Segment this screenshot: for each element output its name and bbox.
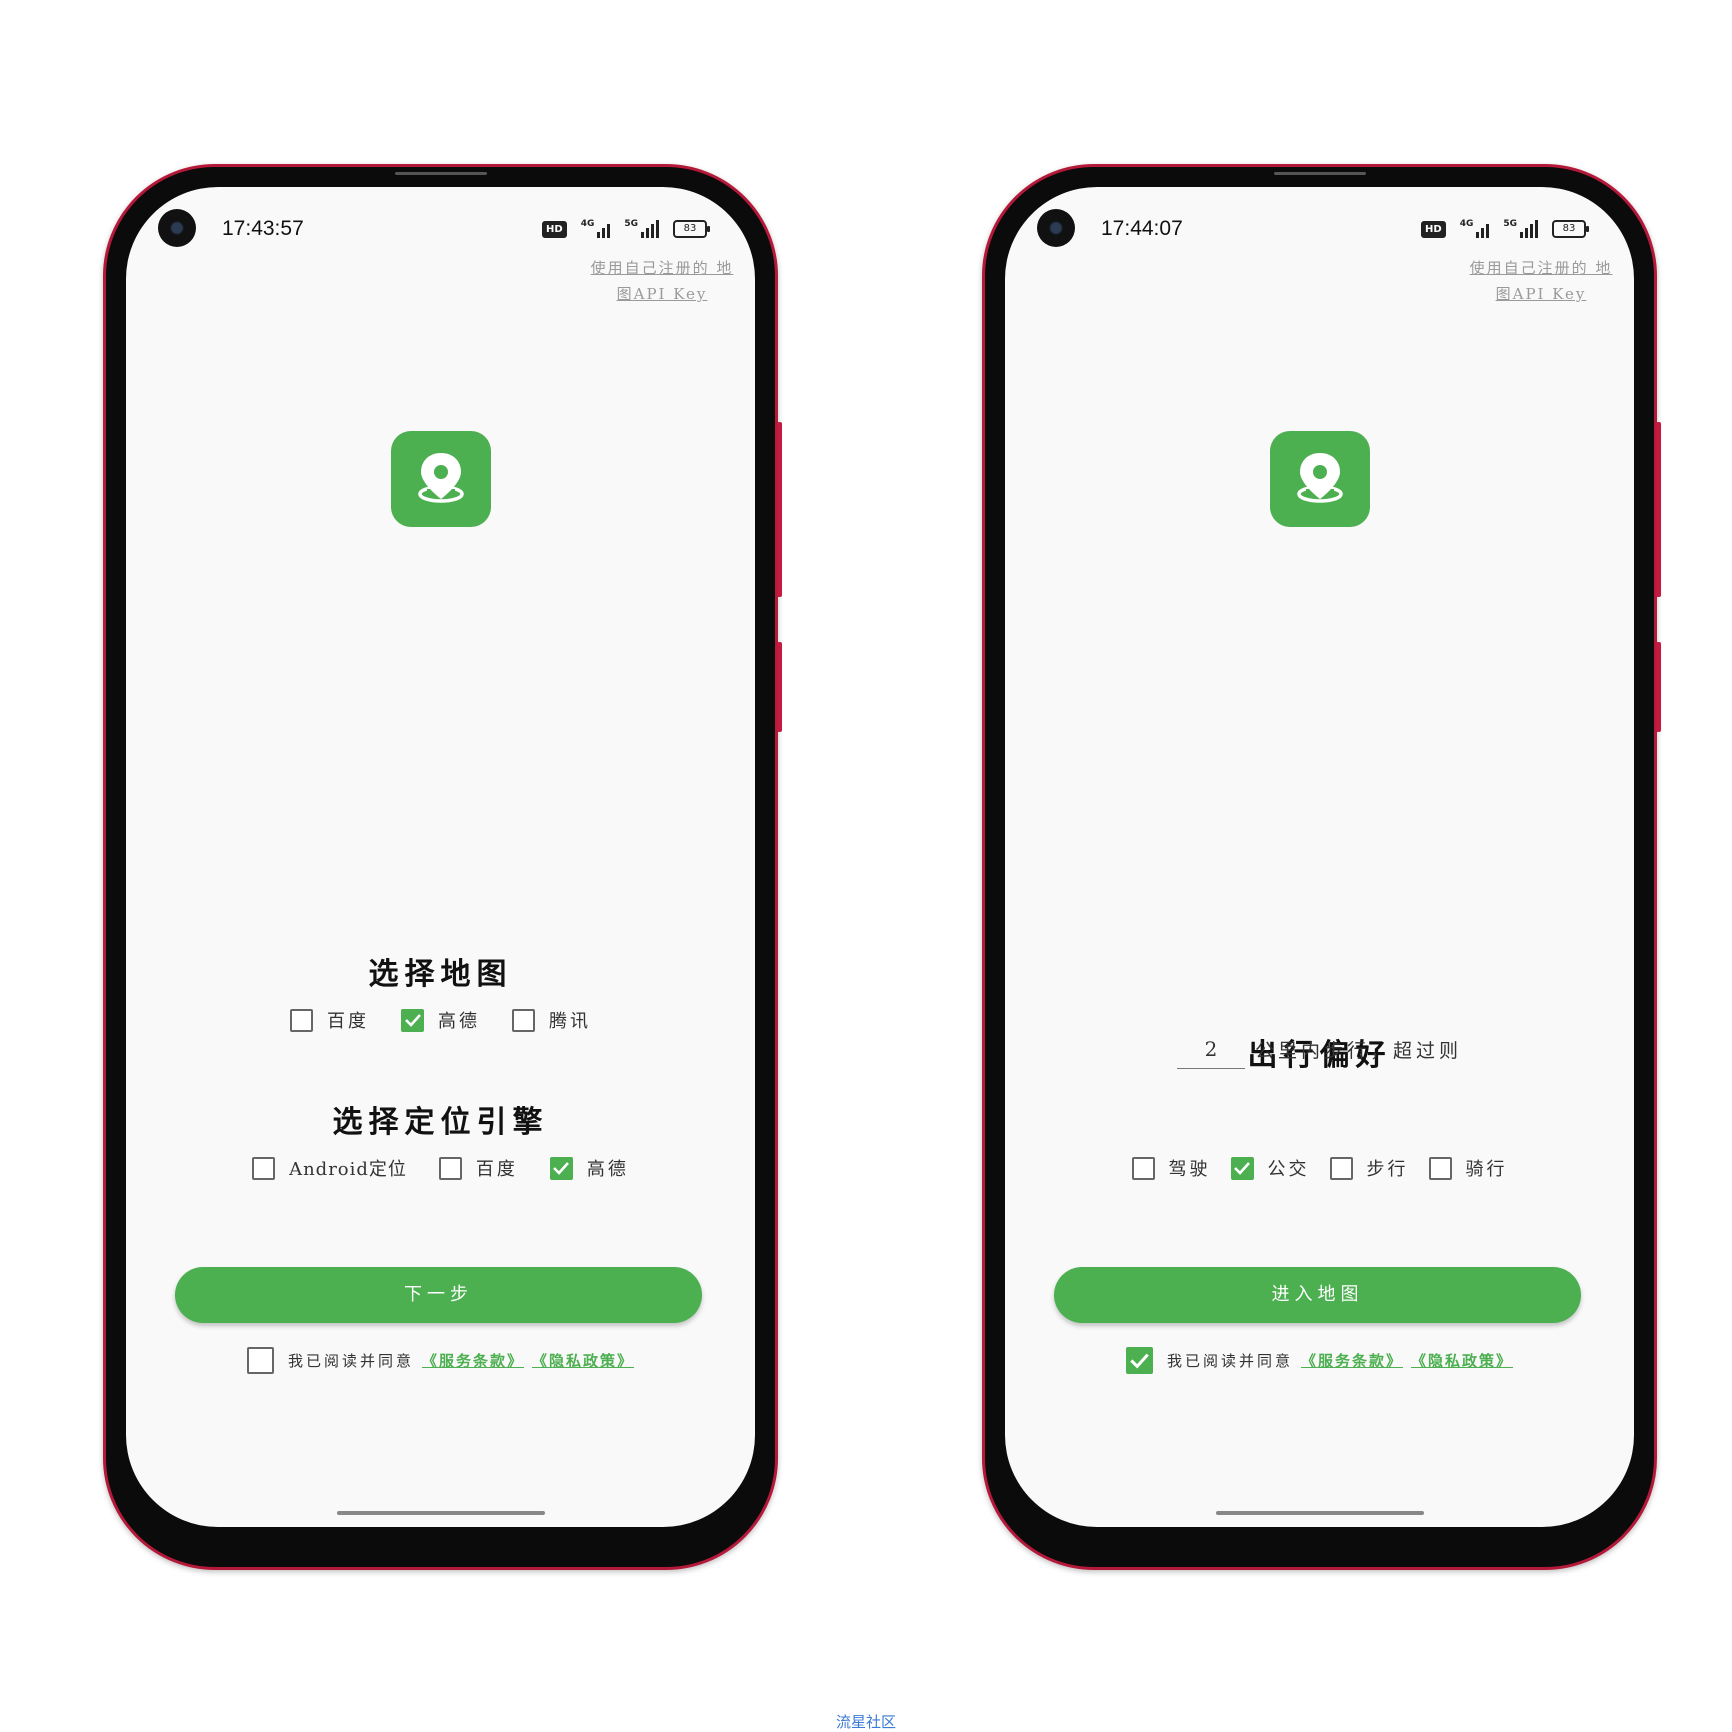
power-button bbox=[1656, 642, 1661, 732]
signal-4g-label: 4G bbox=[580, 219, 595, 229]
travel-option-transit[interactable]: 公交 bbox=[1230, 1155, 1310, 1181]
checkbox[interactable] bbox=[1131, 1156, 1155, 1180]
camera-icon bbox=[1037, 209, 1075, 247]
agreement-row: 我已阅读并同意 《服务条款》 《隐私政策》 bbox=[126, 1347, 755, 1374]
signal-5g-icon: 5G bbox=[1503, 220, 1538, 238]
map-option-tencent[interactable]: 腾讯 bbox=[512, 1007, 591, 1033]
checkbox-checked[interactable] bbox=[1230, 1156, 1254, 1180]
walk-distance-input[interactable] bbox=[1176, 1035, 1245, 1069]
travel-option-drive[interactable]: 驾驶 bbox=[1131, 1155, 1211, 1181]
walk-distance-label: 公里内步行，超过则 bbox=[1254, 1040, 1462, 1062]
checkbox[interactable] bbox=[1329, 1156, 1353, 1180]
checkmark-icon bbox=[553, 1162, 570, 1175]
checkmark-icon bbox=[1130, 1353, 1149, 1369]
option-label: 骑行 bbox=[1465, 1159, 1508, 1180]
agreement-text: 我已阅读并同意 bbox=[287, 1352, 414, 1370]
next-step-button[interactable]: 下一步 bbox=[175, 1267, 702, 1323]
power-button bbox=[777, 642, 782, 732]
map-option-baidu[interactable]: 百度 bbox=[290, 1007, 369, 1033]
option-label: 高德 bbox=[586, 1159, 629, 1180]
screen-map-select: 17:43:57 HD 4G 5G 83 使用自己注册的 地图API Key 选… bbox=[126, 187, 755, 1527]
checkbox-checked[interactable] bbox=[401, 1008, 424, 1032]
watermark-text: 流星社区 bbox=[835, 1713, 896, 1731]
earpiece bbox=[394, 172, 487, 175]
option-label: 百度 bbox=[475, 1159, 518, 1180]
map-select-title: 选择地图 bbox=[368, 957, 513, 992]
travel-option-walk[interactable]: 步行 bbox=[1329, 1155, 1409, 1181]
privacy-policy-link[interactable]: 《隐私政策》 bbox=[1411, 1350, 1513, 1371]
status-time: 17:43:57 bbox=[222, 217, 304, 240]
home-indicator[interactable] bbox=[336, 1511, 545, 1515]
agreement-text: 我已阅读并同意 bbox=[1166, 1352, 1293, 1370]
hd-icon: HD bbox=[542, 220, 567, 238]
option-label: 步行 bbox=[1366, 1159, 1409, 1180]
home-indicator[interactable] bbox=[1215, 1511, 1424, 1515]
checkbox[interactable] bbox=[252, 1156, 276, 1180]
locate-options: Android定位 百度 高德 bbox=[126, 1155, 755, 1181]
checkbox[interactable] bbox=[1428, 1156, 1452, 1180]
phone-right: 17:44:07 HD 4G 5G 83 使用自己注册的 地图API Key 出… bbox=[982, 164, 1661, 1570]
status-icons: HD 4G 5G 83 bbox=[542, 220, 710, 238]
checkbox[interactable] bbox=[438, 1156, 462, 1180]
agreement-checkbox-checked[interactable] bbox=[1125, 1347, 1153, 1374]
option-label: 腾讯 bbox=[549, 1011, 591, 1032]
signal-5g-label: 5G bbox=[624, 219, 638, 229]
volume-button bbox=[777, 422, 782, 597]
option-label: 百度 bbox=[327, 1011, 369, 1032]
hd-icon: HD bbox=[1421, 220, 1446, 238]
map-option-gaode[interactable]: 高德 bbox=[401, 1007, 480, 1033]
screen-travel-preference: 17:44:07 HD 4G 5G 83 使用自己注册的 地图API Key 出… bbox=[1005, 187, 1634, 1527]
travel-option-bike[interactable]: 骑行 bbox=[1428, 1155, 1508, 1181]
earpiece bbox=[1273, 172, 1366, 175]
terms-of-service-link[interactable]: 《服务条款》 bbox=[1301, 1350, 1403, 1371]
walk-distance-row: 公里内步行，超过则 bbox=[1005, 1035, 1634, 1069]
battery-icon: 83 bbox=[1552, 220, 1589, 238]
locate-option-baidu[interactable]: 百度 bbox=[438, 1155, 518, 1181]
privacy-policy-link[interactable]: 《隐私政策》 bbox=[532, 1350, 634, 1371]
option-label: Android定位 bbox=[289, 1159, 407, 1180]
agreement-row: 我已阅读并同意 《服务条款》 《隐私政策》 bbox=[1005, 1347, 1634, 1374]
phone-left: 17:43:57 HD 4G 5G 83 使用自己注册的 地图API Key 选… bbox=[103, 164, 782, 1570]
enter-map-button[interactable]: 进入地图 bbox=[1054, 1267, 1581, 1323]
checkbox[interactable] bbox=[512, 1008, 535, 1032]
signal-5g-icon: 5G bbox=[624, 220, 659, 238]
locate-engine-title: 选择定位引擎 bbox=[332, 1105, 549, 1140]
checkbox-checked[interactable] bbox=[549, 1156, 573, 1180]
checkmark-icon bbox=[1234, 1162, 1250, 1175]
map-location-pin-icon bbox=[1269, 431, 1370, 527]
checkmark-icon bbox=[404, 1014, 421, 1027]
option-label: 高德 bbox=[438, 1011, 480, 1032]
custom-api-key-link[interactable]: 使用自己注册的 地图API Key bbox=[587, 255, 737, 307]
agreement-checkbox[interactable] bbox=[246, 1347, 274, 1374]
stage: 17:43:57 HD 4G 5G 83 使用自己注册的 地图API Key 选… bbox=[0, 0, 1732, 1732]
signal-4g-label: 4G bbox=[1459, 219, 1474, 229]
camera-icon bbox=[158, 209, 196, 247]
locate-option-gaode[interactable]: 高德 bbox=[549, 1155, 629, 1181]
terms-of-service-link[interactable]: 《服务条款》 bbox=[422, 1350, 524, 1371]
battery-icon: 83 bbox=[673, 220, 710, 238]
signal-4g-icon: 4G bbox=[1460, 220, 1490, 238]
option-label: 驾驶 bbox=[1168, 1159, 1211, 1180]
checkbox[interactable] bbox=[290, 1008, 313, 1032]
custom-api-key-link[interactable]: 使用自己注册的 地图API Key bbox=[1466, 255, 1616, 307]
locate-option-android[interactable]: Android定位 bbox=[252, 1155, 407, 1181]
status-time: 17:44:07 bbox=[1101, 217, 1183, 240]
map-location-pin-icon bbox=[390, 431, 491, 527]
volume-button bbox=[1656, 422, 1661, 597]
signal-5g-label: 5G bbox=[1503, 219, 1517, 229]
option-label: 公交 bbox=[1267, 1159, 1310, 1180]
map-options: 百度 高德 腾讯 bbox=[126, 1007, 755, 1033]
signal-4g-icon: 4G bbox=[581, 220, 611, 238]
travel-options: 驾驶 公交 步行 骑行 bbox=[1005, 1155, 1634, 1181]
status-icons: HD 4G 5G 83 bbox=[1421, 220, 1589, 238]
